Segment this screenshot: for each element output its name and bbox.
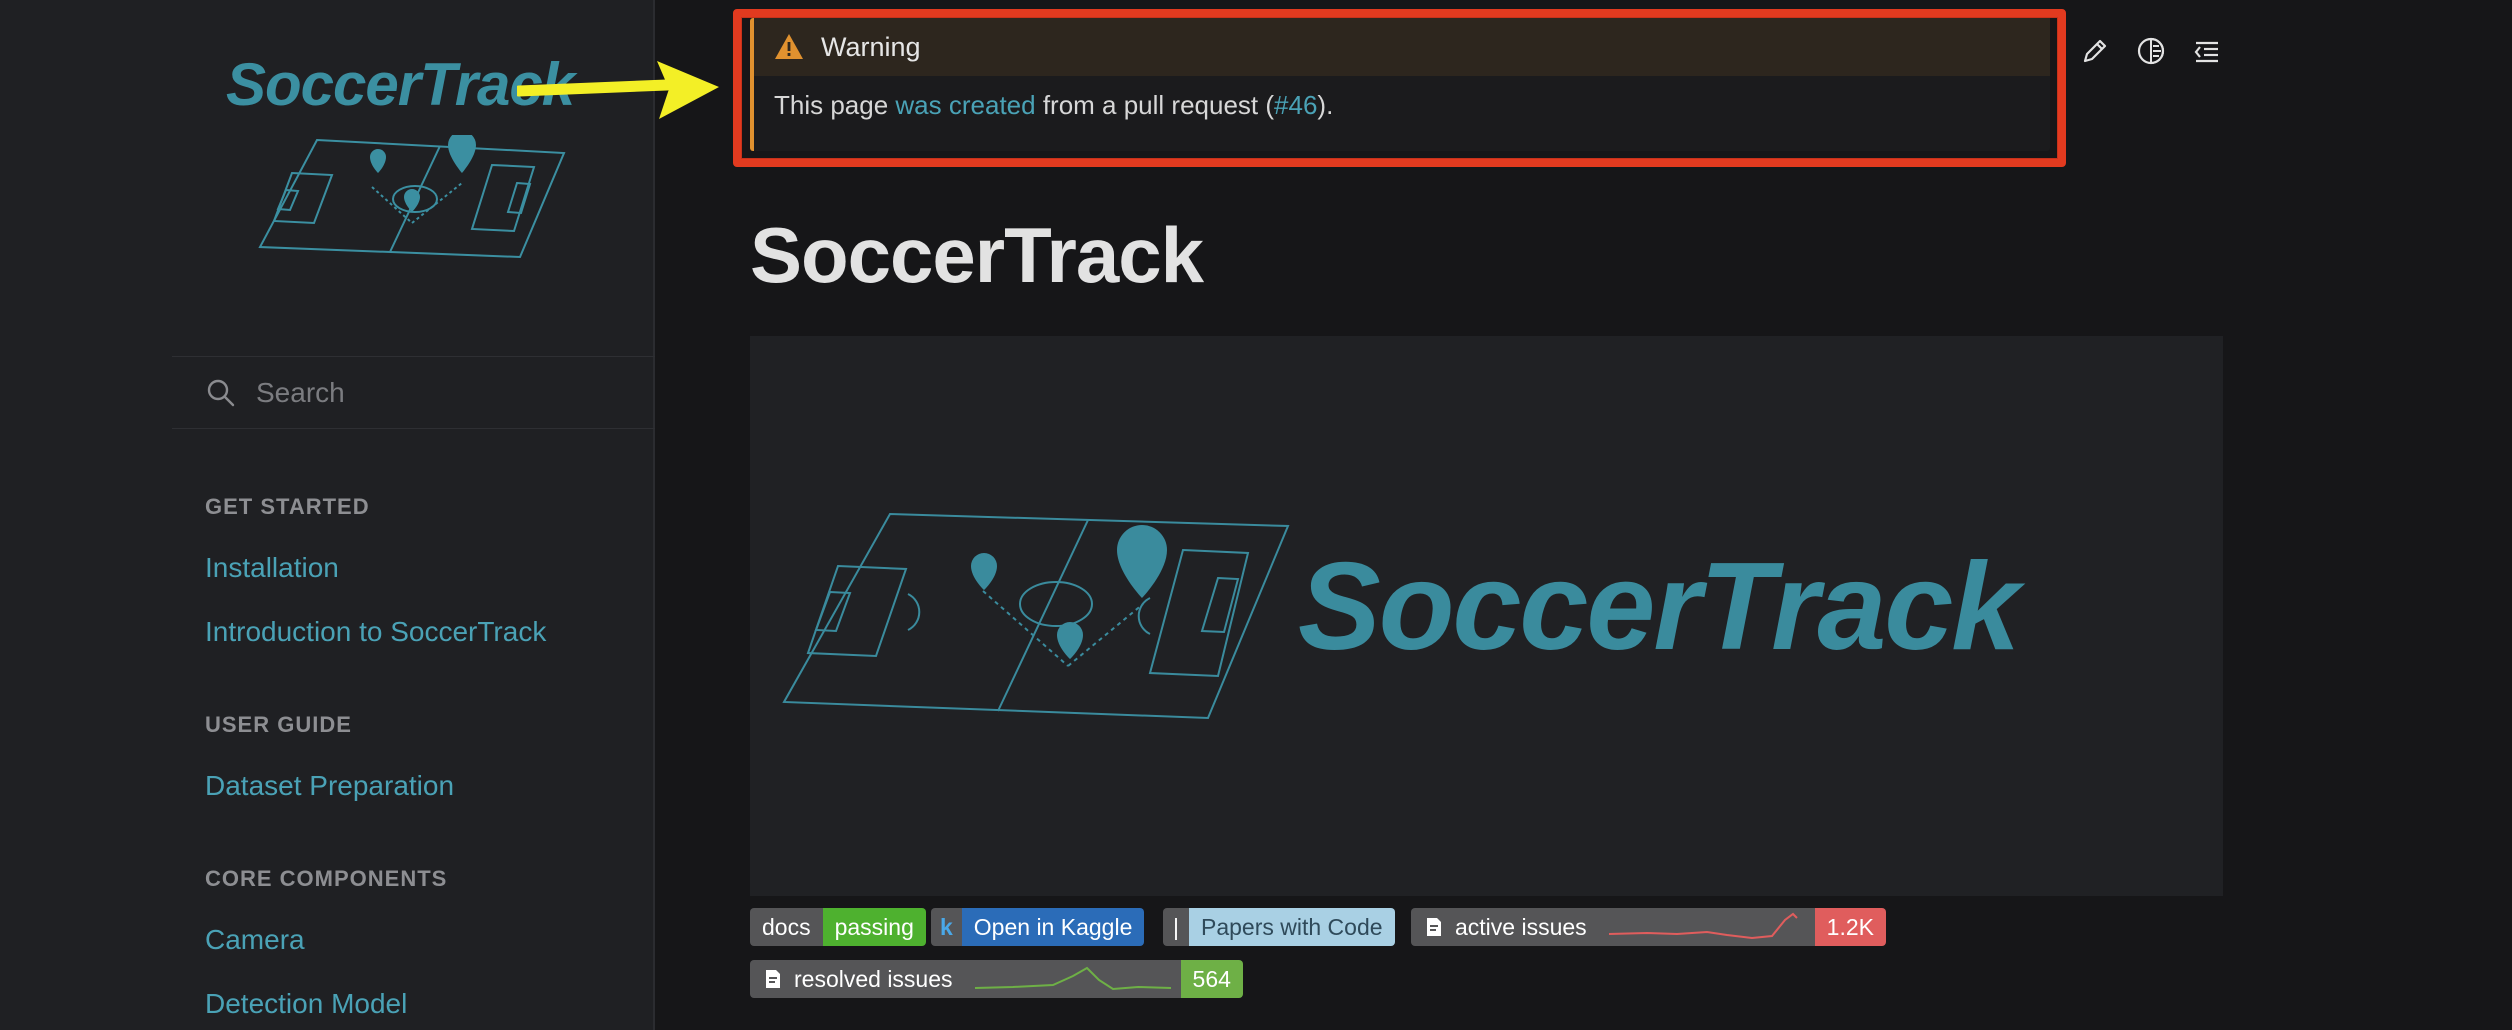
nav-item-introduction[interactable]: Introduction to SoccerTrack bbox=[205, 616, 546, 648]
warning-icon bbox=[775, 34, 803, 59]
admonition-text: from a pull request ( bbox=[1035, 90, 1275, 120]
nav-heading-get-started: GET STARTED bbox=[205, 494, 370, 519]
search-icon bbox=[207, 379, 235, 406]
badge-value: 564 bbox=[1180, 960, 1243, 998]
admonition-text: This page bbox=[774, 90, 896, 120]
badge-label: docs bbox=[750, 908, 823, 946]
pull-request-link[interactable]: #46 bbox=[1274, 90, 1317, 120]
nav-item-installation[interactable]: Installation bbox=[205, 552, 339, 584]
issue-icon bbox=[1427, 918, 1441, 936]
was-created-link[interactable]: was created bbox=[895, 90, 1035, 120]
app-root: SoccerTrack Search GET STARTED Installat… bbox=[0, 0, 2512, 1030]
sidebar: SoccerTrack Search GET STARTED Installat… bbox=[0, 0, 655, 1030]
nav-item-dataset-preparation[interactable]: Dataset Preparation bbox=[205, 770, 454, 802]
hero-banner-image: SoccerTrack bbox=[750, 336, 2223, 896]
hero-logo-text: SoccerTrack bbox=[1298, 538, 2020, 676]
badge-value: Papers with Code bbox=[1188, 908, 1395, 946]
docs-badge[interactable]: docs passing bbox=[750, 908, 926, 946]
admonition-title: Warning bbox=[821, 31, 921, 62]
badge-label: active issues bbox=[1411, 908, 1599, 946]
admonition-header: Warning bbox=[754, 18, 2050, 76]
active-issues-sparkline bbox=[1598, 908, 1815, 946]
annotation-arrow-icon bbox=[517, 61, 719, 119]
kaggle-icon: k bbox=[931, 908, 962, 946]
admonition-text: ). bbox=[1317, 90, 1334, 120]
soccer-field-illustration-icon bbox=[782, 512, 1290, 720]
edit-icon[interactable] bbox=[2080, 36, 2110, 66]
badge-value: Open in Kaggle bbox=[961, 908, 1145, 946]
papers-with-code-icon: | bbox=[1163, 908, 1189, 946]
active-issues-badge[interactable]: active issues 1.2K bbox=[1411, 908, 1886, 946]
papers-with-code-badge[interactable]: | Papers with Code bbox=[1163, 908, 1395, 946]
search-bar[interactable] bbox=[172, 357, 655, 429]
kaggle-badge[interactable]: k Open in Kaggle bbox=[931, 908, 1145, 946]
theme-toggle-icon[interactable] bbox=[2136, 36, 2166, 66]
badge-value: 1.2K bbox=[1814, 908, 1886, 946]
soccer-field-logo-icon bbox=[258, 135, 566, 259]
outline-icon[interactable] bbox=[2192, 36, 2222, 66]
badge-label: resolved issues bbox=[750, 960, 965, 998]
page-toolbar bbox=[2080, 36, 2222, 66]
nav-heading-core-components: CORE COMPONENTS bbox=[205, 866, 448, 891]
issue-icon bbox=[766, 970, 780, 988]
admonition-body: This page was created from a pull reques… bbox=[754, 76, 2050, 121]
nav-item-camera[interactable]: Camera bbox=[205, 924, 305, 956]
resolved-issues-sparkline bbox=[964, 960, 1181, 998]
page-title: SoccerTrack bbox=[750, 211, 1204, 299]
resolved-issues-badge[interactable]: resolved issues 564 bbox=[750, 960, 1243, 998]
warning-admonition: Warning This page was created from a pul… bbox=[750, 18, 2050, 151]
badge-label-text: active issues bbox=[1455, 913, 1587, 940]
badge-label-text: resolved issues bbox=[794, 965, 953, 992]
nav-heading-user-guide: USER GUIDE bbox=[205, 712, 352, 737]
search-input[interactable] bbox=[256, 376, 616, 409]
nav-item-detection-model[interactable]: Detection Model bbox=[205, 988, 407, 1020]
badge-value: passing bbox=[822, 908, 926, 946]
